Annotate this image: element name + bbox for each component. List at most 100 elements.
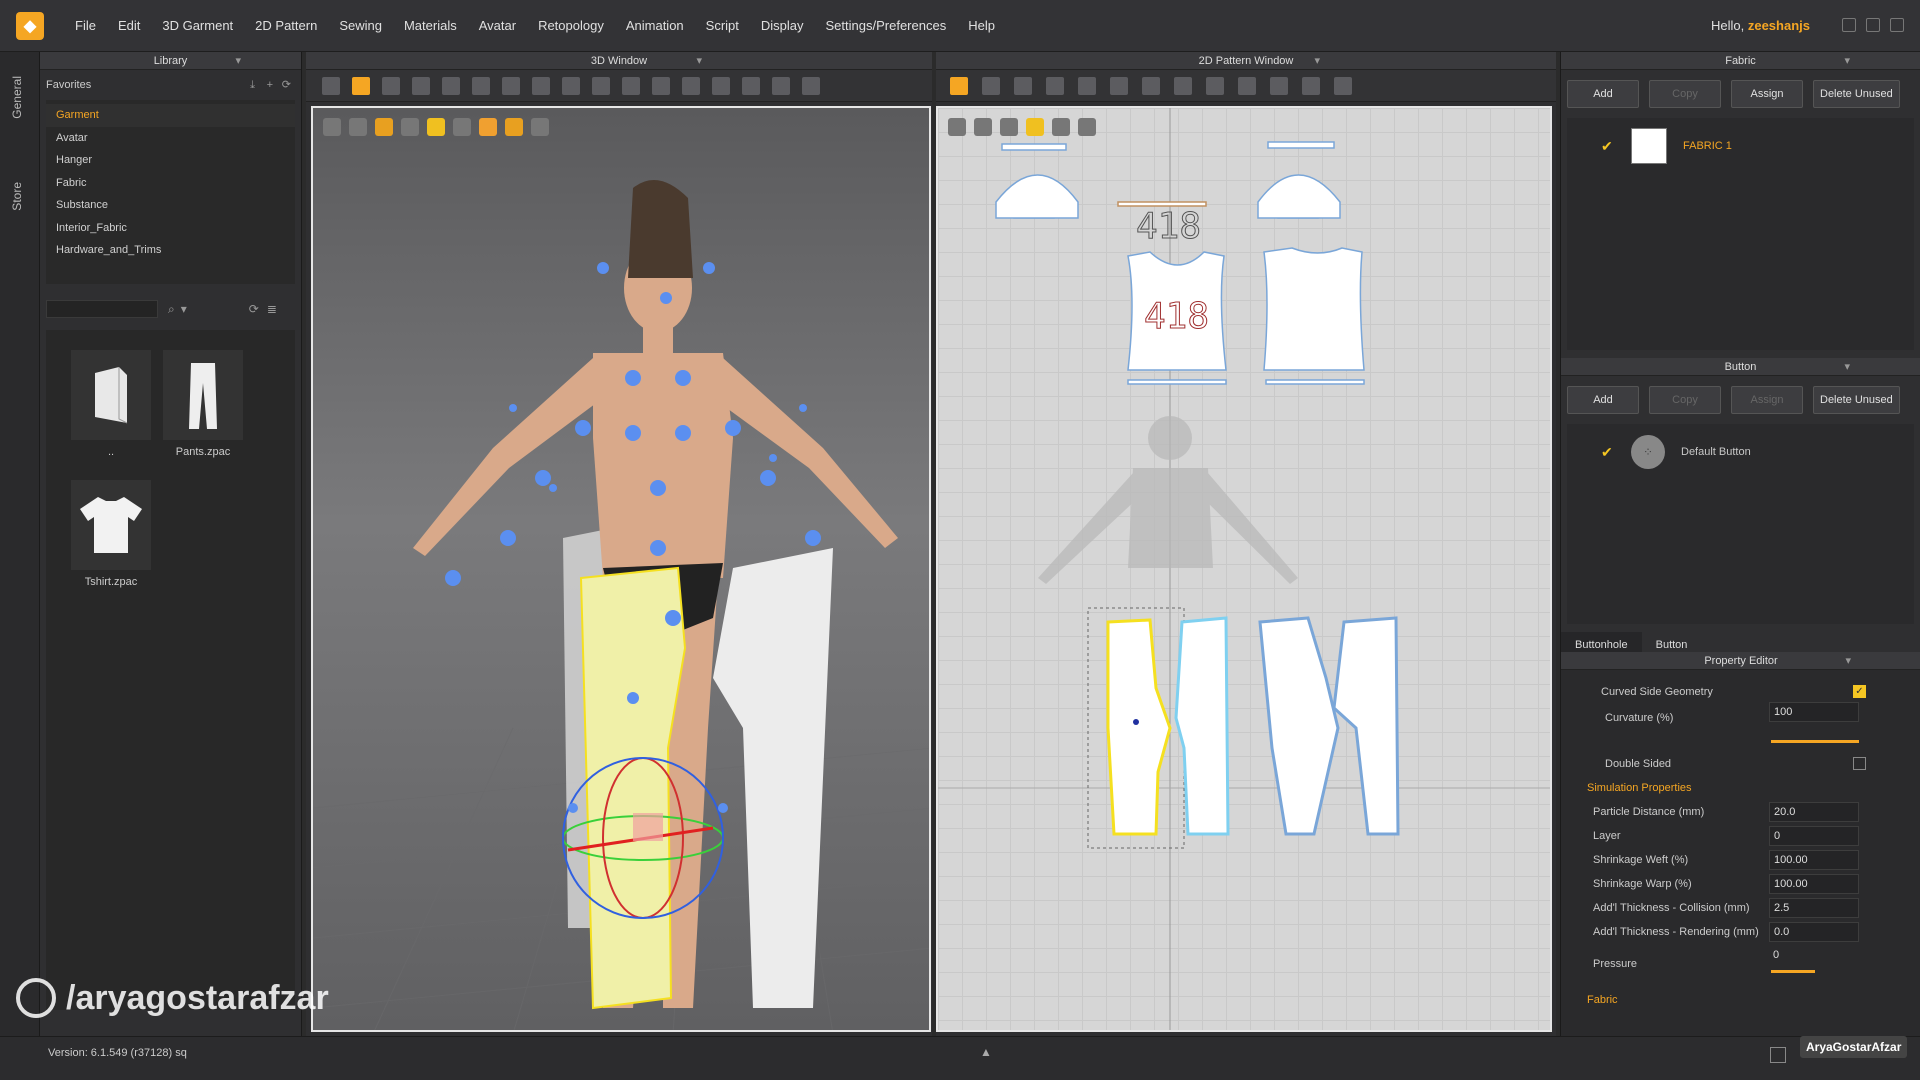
strap-icon[interactable] [622, 76, 640, 95]
particle-distance-input[interactable]: 20.0 [1769, 802, 1859, 822]
favorite-item-hardware[interactable]: Hardware_and_Trims [46, 239, 295, 262]
menu-sewing[interactable]: Sewing [328, 0, 393, 52]
pressure-input[interactable]: 0 [1769, 946, 1859, 966]
simulation-properties-row[interactable]: Simulation Properties [1561, 776, 1891, 800]
fabric-assign-button[interactable]: Assign [1731, 80, 1803, 108]
minimize-icon[interactable] [1842, 18, 1856, 32]
menu-retopology[interactable]: Retopology [527, 0, 615, 52]
file-tile-pants[interactable]: Pants.zpac [158, 350, 248, 458]
tab-store[interactable]: Store [10, 182, 24, 211]
favorite-item-avatar[interactable]: Avatar [46, 127, 295, 150]
tack-icon[interactable] [502, 76, 520, 95]
button-list-item[interactable]: ✔ ⁘ Default Button [1567, 424, 1914, 480]
sewing-icon[interactable] [1238, 76, 1256, 95]
tape-icon[interactable] [712, 76, 730, 95]
expand-up-icon[interactable]: ▲ [980, 1045, 992, 1059]
double-sided-checkbox[interactable] [1853, 757, 1866, 770]
menu-file[interactable]: File [64, 0, 107, 52]
measure-icon[interactable] [532, 76, 550, 95]
menu-display[interactable]: Display [750, 0, 815, 52]
button-copy-button[interactable]: Copy [1649, 386, 1721, 414]
texture-edit-icon[interactable] [1302, 76, 1320, 95]
chevron-down-icon[interactable]: ▾ [1844, 52, 1850, 70]
menu-3d-garment[interactable]: 3D Garment [151, 0, 244, 52]
shrinkage-warp-input[interactable]: 100.00 [1769, 874, 1859, 894]
transform-pattern-icon[interactable] [950, 76, 968, 95]
select-icon[interactable] [322, 76, 340, 95]
search-icon[interactable]: ⌕ [168, 302, 175, 317]
fabric-section-row[interactable]: Fabric [1561, 988, 1891, 1012]
avatar-measure-icon[interactable] [772, 76, 790, 95]
menu-settings[interactable]: Settings/Preferences [815, 0, 958, 52]
favorite-item-substance[interactable]: Substance [46, 194, 295, 217]
slash-icon[interactable] [1206, 76, 1224, 95]
grid-icon[interactable] [562, 76, 580, 95]
layer-input[interactable]: 0 [1769, 826, 1859, 846]
favorite-item-garment[interactable]: Garment [46, 104, 295, 127]
pose-icon[interactable] [802, 76, 820, 95]
thickness-collision-input[interactable]: 2.5 [1769, 898, 1859, 918]
pressure-label[interactable]: Pressure [1593, 952, 1637, 976]
menu-help[interactable]: Help [957, 0, 1006, 52]
internal-line-icon[interactable] [1142, 76, 1160, 95]
menu-script[interactable]: Script [695, 0, 750, 52]
thickness-rendering-input[interactable]: 0.0 [1769, 922, 1859, 942]
rectangle-icon[interactable] [1014, 76, 1032, 95]
layout-icon[interactable] [1770, 1047, 1786, 1063]
favorite-item-hanger[interactable]: Hanger [46, 149, 295, 172]
favorite-item-interior-fabric[interactable]: Interior_Fabric [46, 217, 295, 240]
chevron-down-icon[interactable]: ▾ [1845, 652, 1851, 670]
list-view-icon[interactable]: ≣ [267, 302, 277, 316]
file-tile-tshirt[interactable]: Tshirt.zpac [66, 480, 156, 588]
fabric-copy-button[interactable]: Copy [1649, 80, 1721, 108]
app-logo-icon[interactable]: ◆ [16, 11, 44, 40]
offset-icon[interactable] [1174, 76, 1192, 95]
refresh-icon[interactable]: ⟳ [249, 302, 259, 316]
chevron-down-icon[interactable]: ▾ [696, 52, 702, 70]
add-icon[interactable]: + [267, 70, 273, 100]
button-delete-unused-button[interactable]: Delete Unused [1813, 386, 1900, 414]
menu-animation[interactable]: Animation [615, 0, 695, 52]
add-point-icon[interactable] [1078, 76, 1096, 95]
file-tile-up[interactable]: .. [66, 350, 156, 458]
fabric-list-item[interactable]: ✔ FABRIC 1 [1567, 118, 1914, 174]
menu-edit[interactable]: Edit [107, 0, 151, 52]
button-assign-button[interactable]: Assign [1731, 386, 1803, 414]
line-icon[interactable] [592, 76, 610, 95]
fabric-delete-unused-button[interactable]: Delete Unused [1813, 80, 1900, 108]
2d-viewport[interactable]: 418 418 [936, 106, 1552, 1032]
tab-general[interactable]: General [10, 76, 24, 119]
shrinkage-weft-input[interactable]: 100.00 [1769, 850, 1859, 870]
zipper-icon[interactable] [682, 76, 700, 95]
shirt-tool-icon[interactable] [1334, 76, 1352, 95]
chevron-down-icon[interactable]: ▾ [1844, 358, 1850, 376]
maximize-icon[interactable] [1866, 18, 1880, 32]
chevron-down-icon[interactable]: ▾ [235, 52, 241, 70]
menu-avatar[interactable]: Avatar [468, 0, 527, 52]
dart-icon[interactable] [1110, 76, 1128, 95]
curvature-input[interactable]: 100 [1769, 702, 1859, 722]
pressure-slider[interactable] [1771, 970, 1815, 973]
chevron-down-icon[interactable]: ▾ [1314, 52, 1320, 70]
curvature-slider[interactable] [1771, 740, 1859, 743]
fabric-add-button[interactable]: Add [1567, 80, 1639, 108]
download-icon[interactable]: ⤓ [250, 70, 255, 100]
search-input[interactable] [46, 300, 158, 318]
button-tool-icon[interactable] [652, 76, 670, 95]
refresh-icon[interactable]: ⟳ [282, 70, 291, 100]
favorite-item-fabric[interactable]: Fabric [46, 172, 295, 195]
menu-2d-pattern[interactable]: 2D Pattern [244, 0, 328, 52]
edit-point-icon[interactable] [982, 76, 1000, 95]
fit-icon[interactable] [742, 76, 760, 95]
segment-icon[interactable] [1270, 76, 1288, 95]
polygon-icon[interactable] [1046, 76, 1064, 95]
button-add-button[interactable]: Add [1567, 386, 1639, 414]
pin-icon[interactable] [472, 76, 490, 95]
curved-side-geometry-checkbox[interactable]: ✓ [1853, 685, 1866, 698]
chevron-down-icon[interactable]: ▾ [181, 302, 187, 316]
3d-viewport[interactable] [311, 106, 931, 1032]
fold-icon[interactable] [442, 76, 460, 95]
close-icon[interactable] [1890, 18, 1904, 32]
edit-curve-icon[interactable] [412, 76, 430, 95]
edit-pattern-icon[interactable] [382, 76, 400, 95]
